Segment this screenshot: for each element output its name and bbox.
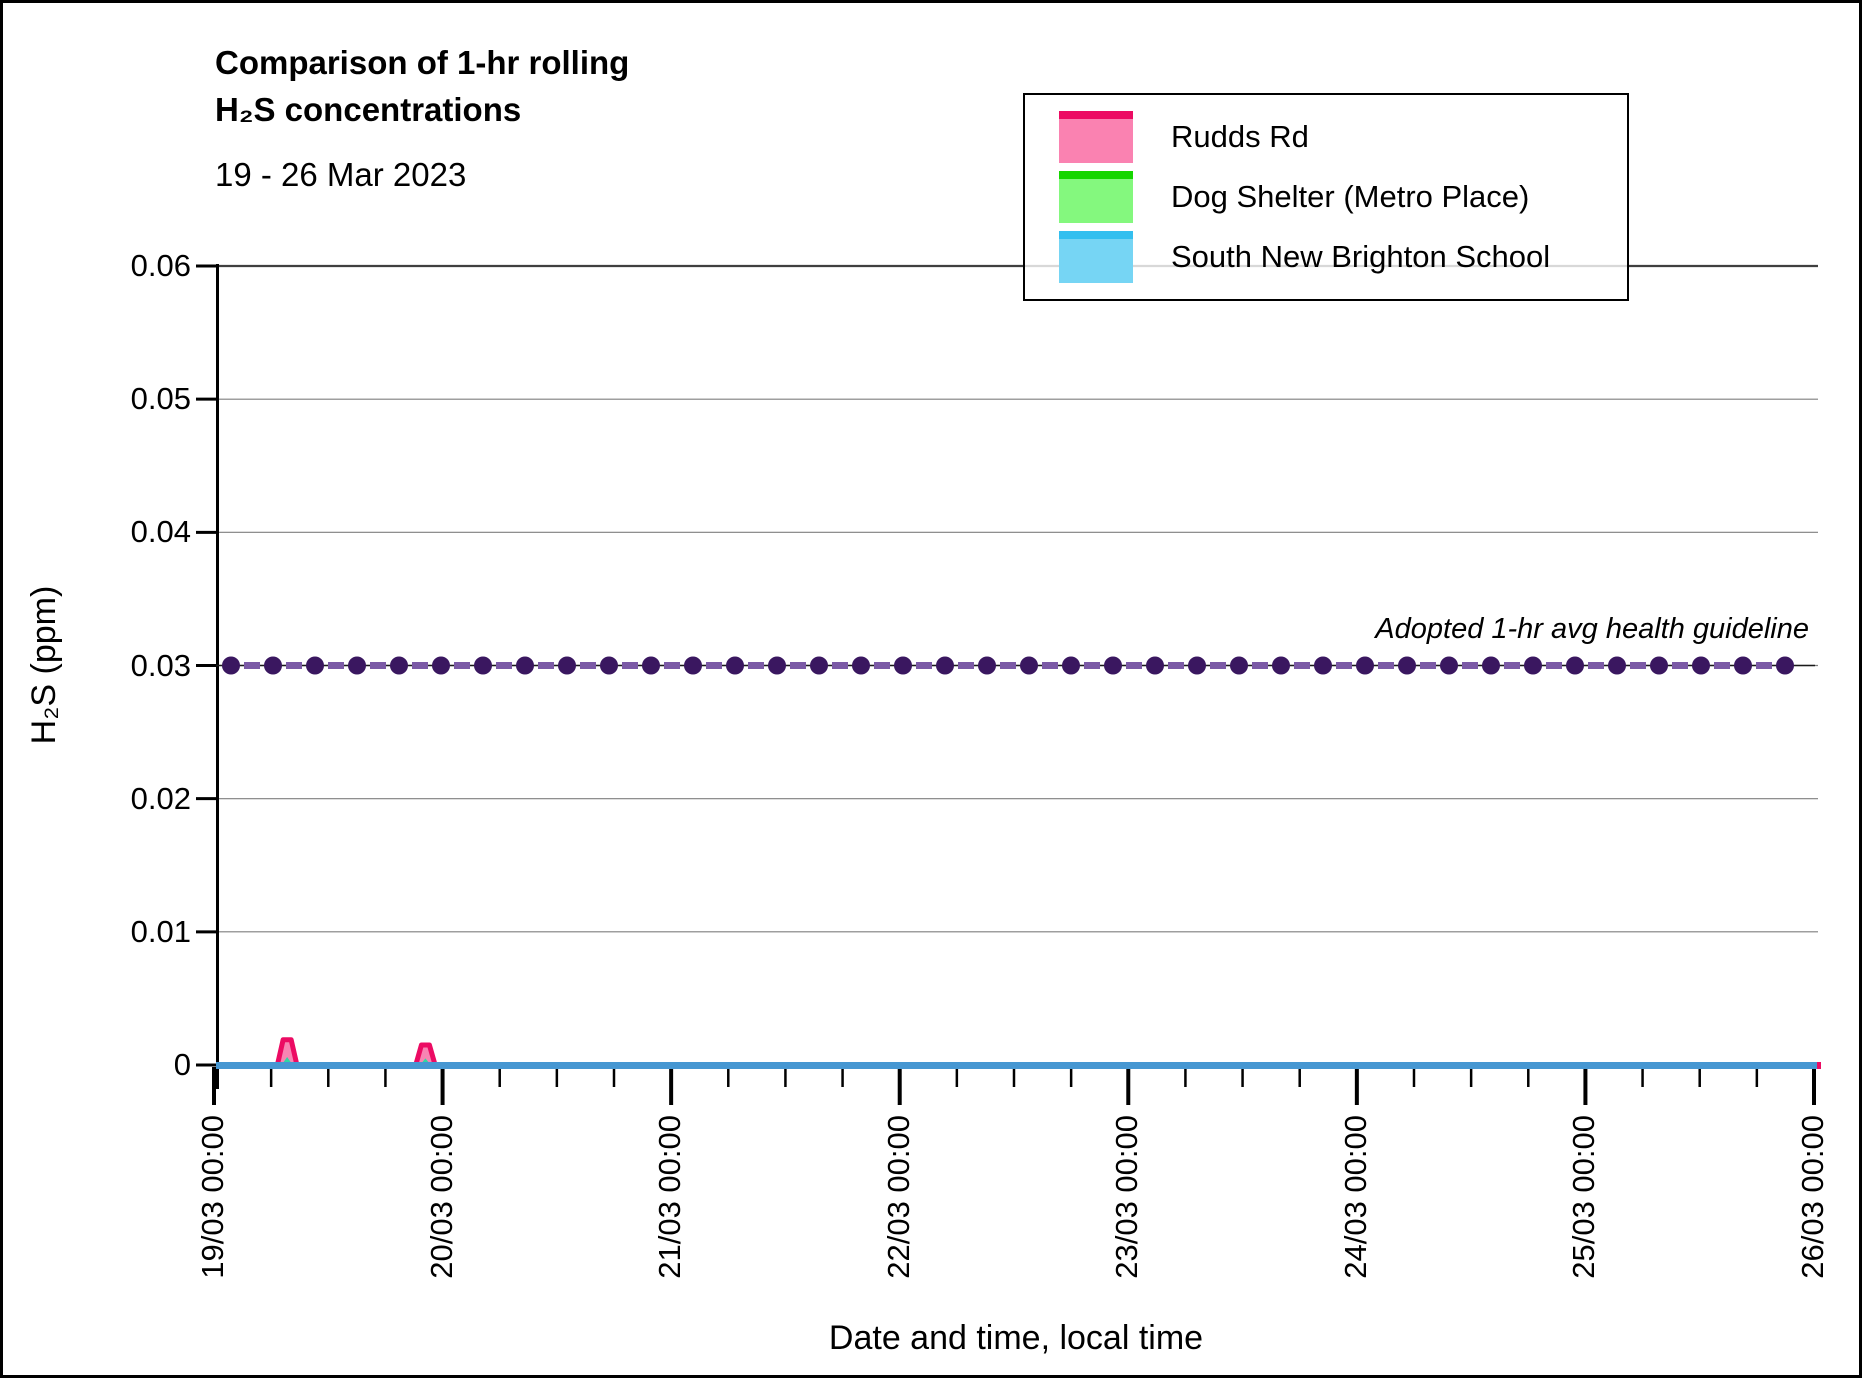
guideline-marker-dot: [1356, 657, 1374, 675]
guideline-marker-dot: [474, 657, 492, 675]
legend-item-label: Rudds Rd: [1171, 119, 1309, 155]
guideline-marker-dot: [684, 657, 702, 675]
x-axis-tick-label: 23/03 00:00: [1109, 1115, 1145, 1315]
y-axis-tick-label: 0.05: [61, 381, 191, 417]
guideline-marker-dot: [1692, 657, 1710, 675]
guideline-marker-dot: [936, 657, 954, 675]
guideline-marker-dot: [1566, 657, 1584, 675]
legend-item-label: South New Brighton School: [1171, 239, 1550, 275]
guideline-marker-dot: [348, 657, 366, 675]
legend-box: Rudds Rd Dog Shelter (Metro Place) South…: [1023, 93, 1629, 301]
guideline-marker-dot: [264, 657, 282, 675]
guideline-marker-dot: [1608, 657, 1626, 675]
guideline-marker-dot: [642, 657, 660, 675]
y-axis-tick-label: 0: [61, 1047, 191, 1083]
guideline-marker-dot: [1440, 657, 1458, 675]
x-axis-title: Date and time, local time: [616, 1319, 1416, 1358]
y-axis-tick-label: 0.02: [61, 781, 191, 817]
legend-item-rudds-rd: Rudds Rd: [1059, 111, 1309, 163]
y-axis-tick-label: 0.03: [61, 648, 191, 684]
guideline-marker-dot: [432, 657, 450, 675]
guideline-marker-dot: [516, 657, 534, 675]
x-axis-tick-label: 22/03 00:00: [881, 1115, 917, 1315]
guideline-marker-dot: [726, 657, 744, 675]
guideline-marker-dot: [1272, 657, 1290, 675]
legend-item-dog-shelter: Dog Shelter (Metro Place): [1059, 171, 1529, 223]
guideline-marker-dot: [600, 657, 618, 675]
legend-swatch-icon: [1059, 111, 1133, 163]
guideline-marker-dot: [1524, 657, 1542, 675]
guideline-marker-dot: [1314, 657, 1332, 675]
guideline-annotation: Adopted 1-hr avg health guideline: [1109, 613, 1809, 646]
guideline-marker-dot: [1104, 657, 1122, 675]
guideline-marker-dot: [1734, 657, 1752, 675]
guideline-marker-dot: [222, 657, 240, 675]
legend-swatch-icon: [1059, 171, 1133, 223]
guideline-marker-dot: [1398, 657, 1416, 675]
legend-swatch-icon: [1059, 231, 1133, 283]
guideline-marker-dot: [894, 657, 912, 675]
guideline-marker-dot: [1776, 657, 1794, 675]
x-axis-tick-label: 19/03 00:00: [195, 1115, 231, 1315]
guideline-marker-dot: [768, 657, 786, 675]
legend-item-south-new-brighton: South New Brighton School: [1059, 231, 1550, 283]
guideline-marker-dot: [306, 657, 324, 675]
y-axis-tick-label: 0.04: [61, 514, 191, 550]
chart-frame: Comparison of 1-hr rolling H₂S concentra…: [0, 0, 1862, 1378]
guideline-marker-dot: [1020, 657, 1038, 675]
guideline-marker-dot: [810, 657, 828, 675]
guideline-marker-dot: [852, 657, 870, 675]
guideline-marker-dot: [1650, 657, 1668, 675]
guideline-marker-dot: [558, 657, 576, 675]
guideline-marker-dot: [1062, 657, 1080, 675]
x-axis-tick-label: 25/03 00:00: [1566, 1115, 1602, 1315]
guideline-marker-dot: [1188, 657, 1206, 675]
y-axis-tick-label: 0.06: [61, 248, 191, 284]
guideline-marker-dot: [1482, 657, 1500, 675]
guideline-marker-dot: [1230, 657, 1248, 675]
x-axis-tick-label: 21/03 00:00: [652, 1115, 688, 1315]
y-axis-tick-label: 0.01: [61, 914, 191, 950]
x-axis-tick-label: 24/03 00:00: [1338, 1115, 1374, 1315]
guideline-marker-dot: [390, 657, 408, 675]
x-axis-tick-label: 26/03 00:00: [1795, 1115, 1831, 1315]
guideline-marker-dot: [978, 657, 996, 675]
x-axis-tick-label: 20/03 00:00: [424, 1115, 460, 1315]
guideline-marker-dot: [1146, 657, 1164, 675]
legend-item-label: Dog Shelter (Metro Place): [1171, 179, 1529, 215]
